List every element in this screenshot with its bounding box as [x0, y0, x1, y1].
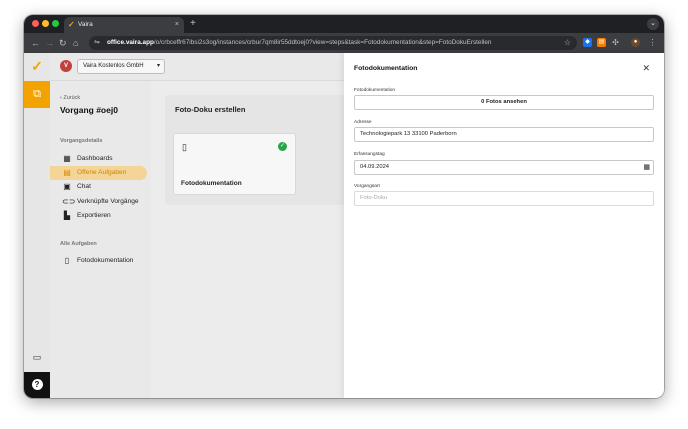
step-panel: Foto-Doku erstellen ▯ ✓ Fotodokumentatio…: [165, 95, 355, 205]
vaira-favicon-icon: ✓: [68, 20, 75, 29]
chat-icon: ▣: [63, 182, 71, 191]
task-card[interactable]: ▯ ✓ Fotodokumentation: [173, 133, 296, 195]
dashboard-icon: ▦: [63, 154, 71, 163]
profile-avatar-icon[interactable]: ●: [631, 38, 640, 47]
date-value: 04.09.2024: [360, 164, 390, 170]
sidebar-item-label: Offene Aufgaben: [77, 169, 127, 176]
sidebar-item-label: Dashboards: [77, 155, 113, 162]
calendar-icon[interactable]: ▦: [643, 161, 650, 174]
address-field[interactable]: Technologiepark 13 33100 Paderborn: [354, 127, 654, 142]
address-value: Technologiepark 13 33100 Paderborn: [360, 131, 457, 137]
help-button[interactable]: ?: [24, 372, 50, 398]
vorgangsart-field[interactable]: Foto-Doku: [354, 191, 654, 206]
close-icon[interactable]: ✕: [642, 63, 650, 74]
tab-close-icon[interactable]: ×: [175, 17, 179, 33]
browser-tab[interactable]: ✓ Vaira ×: [64, 17, 184, 33]
inbox-icon[interactable]: ▭: [30, 351, 44, 363]
sidebar-item-dashboards[interactable]: ▦ Dashboards: [50, 152, 147, 166]
field-label-fotos: Fotodokumentation: [354, 88, 396, 93]
reload-icon[interactable]: ↻: [59, 33, 67, 53]
tab-search-icon[interactable]: ⌄: [647, 18, 659, 30]
browser-toolbar: ← → ↻ ⌂ ⇋ office.vaira.app/o/crbceffr67i…: [24, 33, 664, 53]
maximize-window-button[interactable]: [52, 20, 59, 27]
task-card-title: Fotodokumentation: [181, 180, 242, 187]
back-label: Zurück: [63, 95, 81, 101]
case-sidebar: ‹ Zurück Vorgang #oej0 Vorgangsdetails ▦…: [50, 81, 151, 398]
app-root: ✓ ⧉ ▭ ? V Vaira Kostenlos GmbH ▾ ‹ Zurüc…: [24, 53, 664, 398]
main-content: Foto-Doku erstellen ▯ ✓ Fotodokumentatio…: [151, 81, 355, 398]
tab-strip: ✓ Vaira × + ⌄: [24, 15, 664, 33]
case-title: Vorgang #oej0: [60, 105, 118, 115]
company-avatar: V: [60, 60, 72, 72]
section-label-all-tasks: Alle Aufgaben: [60, 241, 97, 247]
view-photos-button[interactable]: 0 Fotos ansehen: [354, 95, 654, 110]
task-drawer: Fotodokumentation ✕ Fotodokumentation 0 …: [344, 53, 664, 398]
field-label-vorgangsart: Vorgangsart: [354, 184, 380, 189]
sidebar-item-label: Exportieren: [77, 212, 111, 219]
home-icon[interactable]: ⌂: [73, 33, 78, 53]
extension-icon[interactable]: ◆: [583, 38, 592, 47]
sidebar-item-label: Fotodokumentation: [77, 257, 134, 264]
tab-title: Vaira: [78, 21, 93, 28]
site-info-icon[interactable]: ⇋: [94, 36, 100, 50]
back-arrow-icon[interactable]: ←: [31, 33, 40, 53]
sidebar-item-label: Verknüpfte Vorgänge: [77, 198, 139, 205]
vaira-logo-icon[interactable]: ✓: [29, 58, 45, 74]
sidebar-item-linked-cases[interactable]: ⊂⊃ Verknüpfte Vorgänge: [50, 195, 147, 209]
tasks-icon: ▤: [63, 168, 71, 177]
url-text: office.vaira.app/o/crbceffr67ibsi2s3og/i…: [107, 36, 491, 50]
sidebar-item-open-tasks[interactable]: ▤ Offene Aufgaben: [50, 166, 147, 180]
minimize-window-button[interactable]: [42, 20, 49, 27]
tasks-rail-icon[interactable]: ⧉: [24, 81, 50, 108]
company-select[interactable]: Vaira Kostenlos GmbH ▾: [77, 59, 165, 74]
field-label-datum: Erfassungstag: [354, 152, 385, 157]
forward-arrow-icon[interactable]: →: [45, 33, 54, 53]
new-tab-button[interactable]: +: [190, 17, 196, 31]
sidebar-item-export[interactable]: ▙ Exportieren: [50, 209, 147, 223]
help-icon: ?: [31, 379, 43, 390]
drawer-title: Fotodokumentation: [354, 65, 418, 72]
field-label-adresse: Adresse: [354, 120, 372, 125]
export-icon: ▙: [63, 211, 71, 220]
address-bar[interactable]: ⇋ office.vaira.app/o/crbceffr67ibsi2s3og…: [89, 36, 577, 50]
link-icon: ⊂⊃: [62, 197, 76, 206]
browser-window: ✓ Vaira × + ⌄ ← → ↻ ⌂ ⇋ office.vaira.app…: [24, 15, 664, 398]
company-name: Vaira Kostenlos GmbH: [83, 63, 144, 69]
section-label-details: Vorgangsdetails: [60, 138, 103, 144]
document-icon: ▯: [182, 142, 187, 152]
vorgangsart-placeholder: Foto-Doku: [360, 195, 388, 201]
date-field[interactable]: 04.09.2024 ▦: [354, 160, 654, 175]
back-link[interactable]: ‹ Zurück: [60, 95, 80, 101]
close-window-button[interactable]: [32, 20, 39, 27]
url-path: /o/crbceffr67ibsi2s3og/instances/crbur7q…: [153, 39, 492, 46]
sidebar-item-fotodokumentation[interactable]: ▯ Fotodokumentation: [50, 254, 147, 268]
sidebar-item-label: Chat: [77, 183, 91, 190]
url-host: office.vaira.app: [107, 39, 154, 46]
check-circle-icon: ✓: [278, 142, 287, 151]
chevron-down-icon: ▾: [156, 63, 160, 69]
left-rail: ✓ ⧉ ▭ ?: [24, 53, 50, 398]
sidebar-item-chat[interactable]: ▣ Chat: [50, 180, 147, 194]
document-icon: ▯: [64, 256, 70, 265]
extensions-puzzle-icon[interactable]: ✣: [611, 38, 620, 47]
bookmark-star-icon[interactable]: ☆: [564, 36, 571, 50]
browser-menu-icon[interactable]: ⋮: [648, 38, 657, 47]
step-title: Foto-Doku erstellen: [175, 105, 246, 114]
extension-rss-icon[interactable]: ▤: [597, 38, 606, 47]
